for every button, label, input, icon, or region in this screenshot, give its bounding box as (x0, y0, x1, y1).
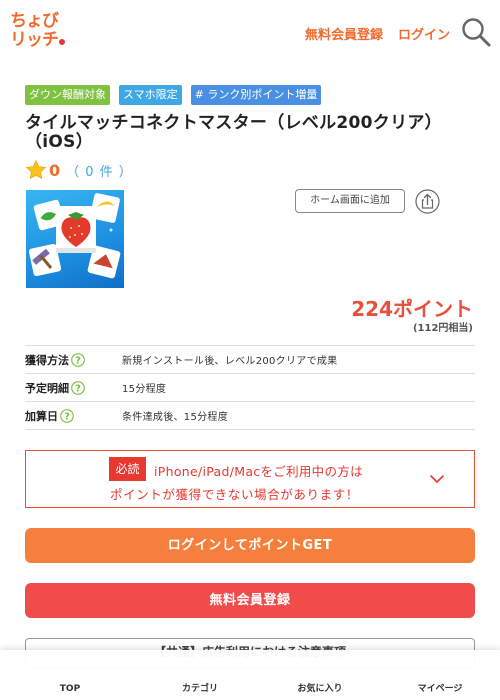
notice-text-line1: iPhone/iPad/Macをご利用中の方は (154, 464, 363, 479)
points-value: 224ポイント (351, 297, 473, 321)
notice-text-line2: ポイントが獲得できない場合があります！ (110, 487, 359, 502)
header: ちょび リッチ 無料会員登録 ログイン (0, 0, 500, 64)
must-read-notice[interactable]: 必読 iPhone/iPad/Macをご利用中の方は ポイントが獲得できない場合… (25, 450, 475, 508)
nav-category[interactable]: カテゴリ (140, 650, 260, 700)
header-login-link[interactable]: ログイン (398, 24, 450, 43)
logo-text-line1: ちょび (10, 11, 59, 31)
svg-text:?: ? (75, 355, 81, 366)
must-read-tag: 必読 (109, 457, 146, 481)
app-icon-artwork (28, 193, 121, 279)
nav-label: カテゴリ (181, 684, 218, 694)
star-icon (25, 159, 47, 180)
chevron-down-icon[interactable] (430, 474, 444, 484)
points-yen-equivalent: (112円相当) (412, 323, 473, 334)
nav-label: TOP (59, 684, 81, 694)
nav-favorites[interactable]: お気に入り (260, 650, 380, 700)
info-row-schedule: 予定明細 ? 15分程度 (25, 374, 475, 402)
header-register-link[interactable]: 無料会員登録 (305, 24, 383, 43)
logo-text-line2: リッチ (10, 31, 72, 50)
badge-rank-bonus[interactable]: # ランク別ポイント増量 (190, 85, 322, 105)
nav-label: マイページ (417, 684, 463, 694)
login-get-points-button[interactable]: ログインしてポイントGET (25, 528, 475, 563)
search-icon[interactable] (461, 17, 491, 47)
svg-text:?: ? (75, 383, 81, 394)
help-icon[interactable]: ? (60, 408, 74, 423)
info-label: 予定明細 (25, 381, 69, 395)
chobirich-logo[interactable]: ちょび リッチ (10, 12, 72, 54)
svg-text:?: ? (64, 411, 70, 422)
rating-value: 0 (49, 160, 61, 180)
points-block: 224ポイント (112円相当) (351, 296, 473, 336)
badge-down-reward: ダウン報酬対象 (25, 85, 110, 105)
info-value: 条件達成後、15分程度 (122, 412, 229, 423)
nav-top[interactable]: TOP (0, 650, 140, 700)
offer-info-table: 獲得方法 ? 新規インストール後、レベル200クリアで成果 予定明細 ? 15分… (25, 345, 475, 430)
badge-smartphone-only: スマホ限定 (119, 85, 182, 105)
info-value: 新規インストール後、レベル200クリアで成果 (122, 356, 338, 367)
free-register-button[interactable]: 無料会員登録 (25, 583, 475, 618)
nav-mypage[interactable]: マイページ (380, 650, 500, 700)
bottom-navigation: TOP カテゴリ お気に入り マイページ (0, 650, 500, 700)
share-icon[interactable] (415, 189, 440, 214)
info-label: 加算日 (25, 409, 58, 423)
info-row-credit-date: 加算日 ? 条件達成後、15分程度 (25, 402, 475, 430)
help-icon[interactable]: ? (71, 380, 85, 395)
review-count-link[interactable]: （ 0 件 ） (66, 161, 133, 180)
help-icon[interactable]: ? (71, 352, 85, 367)
add-to-home-button[interactable]: ホーム画面に追加 (295, 189, 405, 213)
info-value: 15分程度 (122, 384, 167, 395)
info-label: 獲得方法 (25, 353, 69, 367)
offer-title: タイルマッチコネクトマスター（レベル200クリア）（iOS） (25, 113, 442, 152)
app-icon (26, 190, 124, 288)
rating: 0 （ 0 件 ） (25, 159, 133, 181)
nav-label: お気に入り (297, 684, 343, 694)
offer-badges: ダウン報酬対象 スマホ限定 # ランク別ポイント増量 (25, 85, 322, 105)
info-row-acquisition: 獲得方法 ? 新規インストール後、レベル200クリアで成果 (25, 346, 475, 374)
